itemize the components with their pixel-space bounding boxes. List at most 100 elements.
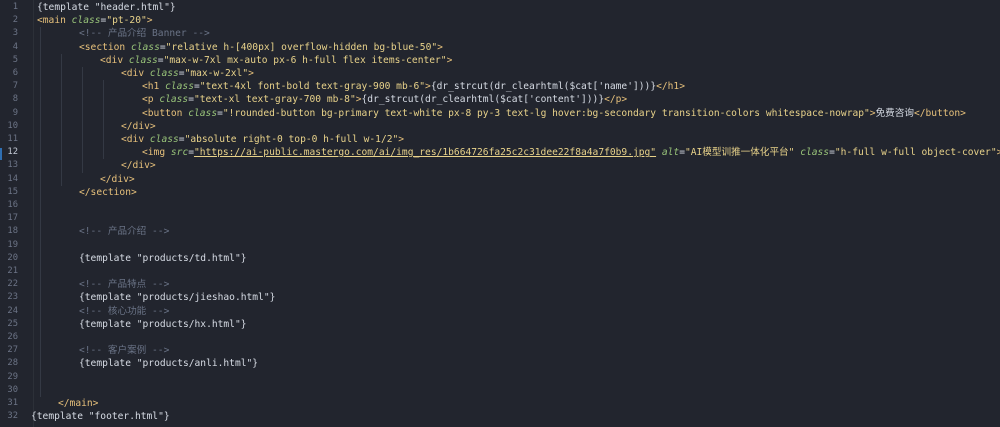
code-token: "relative h-[400px] overflow-hidden bg-b…	[165, 41, 438, 53]
code-line[interactable]: 6 <div class="max-w-2xl">	[0, 67, 1000, 80]
code-text: <div class="max-w-2xl">	[121, 67, 254, 80]
code-line[interactable]: 1 {template "header.html"}	[0, 1, 1000, 14]
code-token: {template "products/jieshao.html"}	[79, 292, 276, 304]
code-line[interactable]: 21	[0, 265, 1000, 278]
code-line[interactable]: 7 <h1 class="text-4xl font-bold text-gray…	[0, 80, 1000, 93]
code-line[interactable]: 20 {template "products/td.html"}	[0, 252, 1000, 265]
code-token: {dr_strcut(dr_clearhtml($cat['name']))}	[430, 81, 657, 93]
code-line[interactable]: 8 <p class="text-xl text-gray-700 mb-8">{…	[0, 93, 1000, 106]
code-token: "h-full w-full object-cover"	[834, 147, 997, 159]
code-text: <div class="absolute right-0 top-0 h-ful…	[121, 133, 404, 146]
code-token: >	[446, 54, 453, 66]
code-line[interactable]: 4 <section class="relative h-[400px] over…	[0, 41, 1000, 54]
code-token: class	[188, 107, 218, 119]
line-number: 24	[7, 305, 18, 316]
code-line[interactable]: 28 {template "products/anli.html"}	[0, 357, 1000, 370]
code-token: >	[146, 15, 153, 27]
line-number: 17	[7, 213, 18, 224]
code-editor[interactable]: 1 {template "header.html"} 2 <main class="p…	[0, 0, 1000, 427]
code-token: "AI模型训推一体化平台"	[684, 147, 795, 159]
code-line[interactable]: 19	[0, 239, 1000, 252]
code-line[interactable]: 12 <img src="https://ai-public.mastergo.c…	[0, 146, 1000, 159]
code-token: alt	[661, 147, 680, 159]
code-line[interactable]: 31 </main>	[0, 397, 1000, 410]
code-token: class	[800, 147, 830, 159]
code-line[interactable]: 2 <main class="pt-20">	[0, 14, 1000, 27]
line-number: 14	[7, 173, 18, 184]
code-text: <!-- 核心功能 -->	[79, 305, 169, 318]
code-text: <p class="text-xl text-gray-700 mb-8">{d…	[142, 93, 627, 106]
code-token: {template "footer.html"}	[31, 411, 170, 423]
line-number: 2	[12, 15, 18, 26]
line-number: 5	[12, 54, 18, 65]
code-line[interactable]: 13 </div>	[0, 159, 1000, 172]
code-token: <button	[142, 107, 189, 119]
code-line[interactable]: 5 <div class="max-w-7xl mx-auto px-6 h-fu…	[0, 54, 1000, 67]
code-token: class	[149, 134, 179, 145]
code-token: </section>	[79, 186, 137, 198]
code-line[interactable]: 15 </section>	[0, 186, 1000, 199]
code-line[interactable]: 27 <!-- 客户案例 -->	[0, 344, 1000, 357]
code-token: "!rounded-button bg-primary text-white p…	[222, 107, 870, 119]
code-text: <h1 class="text-4xl font-bold text-gray-…	[142, 80, 685, 93]
code-token: "max-w-7xl mx-auto px-6 h-full flex item…	[163, 54, 447, 66]
code-line[interactable]: 29	[0, 371, 1000, 384]
code-token: </main>	[58, 398, 99, 409]
code-text: <img src="https://ai-public.mastergo.com…	[142, 146, 1000, 159]
code-token: </button>	[913, 107, 966, 119]
code-line[interactable]: 9 <button class="!rounded-button bg-prima…	[0, 107, 1000, 120]
code-token: </div>	[100, 173, 135, 185]
code-line[interactable]: 23 {template "products/jieshao.html"}	[0, 291, 1000, 304]
code-line[interactable]: 24 <!-- 核心功能 -->	[0, 305, 1000, 318]
code-line[interactable]: 26	[0, 331, 1000, 344]
code-text: {template "products/anli.html"}	[79, 357, 258, 370]
code-text: <button class="!rounded-button bg-primar…	[142, 107, 966, 120]
code-token: {template "header.html"}	[37, 2, 176, 13]
code-line[interactable]: 30	[0, 384, 1000, 397]
code-line[interactable]: 32 {template "footer.html"}	[0, 410, 1000, 423]
code-line[interactable]: 22 <!-- 产品特点 -->	[0, 278, 1000, 291]
line-number: 7	[12, 81, 18, 92]
code-token: <img	[142, 147, 171, 159]
code-token: "text-4xl font-bold text-gray-900 mb-6"	[199, 81, 426, 93]
code-line[interactable]: 25 {template "products/hx.html"}	[0, 318, 1000, 331]
code-token: {template "products/hx.html"}	[79, 318, 247, 330]
code-text: <main class="pt-20">	[37, 14, 153, 27]
line-number: 30	[7, 384, 18, 395]
line-number: 27	[7, 345, 18, 356]
code-line[interactable]: 11 <div class="absolute right-0 top-0 h-f…	[0, 133, 1000, 146]
code-token: <div	[121, 68, 150, 79]
code-line[interactable]: 3 <!-- 产品介绍 Banner -->	[0, 27, 1000, 40]
code-line[interactable]: 17	[0, 212, 1000, 225]
code-token: >	[437, 41, 443, 53]
line-number: 26	[7, 332, 18, 342]
code-token: class	[165, 81, 194, 93]
code-token: class	[128, 54, 158, 66]
code-text: <!-- 产品介绍 Banner -->	[79, 27, 210, 40]
code-text: {template "products/td.html"}	[79, 252, 247, 265]
line-number: 16	[7, 200, 18, 210]
code-token: <!-- 客户案例 -->	[79, 345, 170, 357]
code-text: <!-- 产品介绍 -->	[79, 225, 169, 238]
code-token: <p	[142, 94, 160, 106]
line-number: 18	[7, 226, 18, 237]
line-number: 4	[12, 41, 18, 52]
line-number: 3	[12, 28, 18, 39]
code-line[interactable]: 10 </div>	[0, 120, 1000, 133]
code-text: </main>	[58, 397, 98, 410]
code-token: </p>	[604, 94, 628, 106]
code-token: >	[398, 134, 405, 145]
code-token: "pt-20"	[106, 15, 147, 27]
code-line[interactable]: 18 <!-- 产品介绍 -->	[0, 225, 1000, 238]
code-token: </h1>	[656, 81, 685, 93]
line-number: 6	[12, 68, 18, 78]
line-number: 15	[7, 186, 18, 197]
code-token: >	[248, 68, 254, 79]
code-line[interactable]: 14 </div>	[0, 173, 1000, 186]
code-token: <section	[79, 41, 131, 53]
code-line[interactable]: 16	[0, 199, 1000, 212]
code-token: "text-xl text-gray-700 mb-8"	[194, 94, 356, 106]
code-token: <main	[37, 15, 72, 27]
code-text: </section>	[79, 186, 137, 199]
code-token: class	[130, 41, 160, 53]
